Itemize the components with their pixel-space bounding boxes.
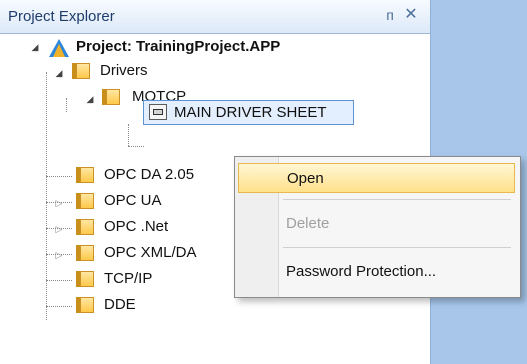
- folder-icon: [72, 63, 90, 79]
- expand-icon[interactable]: ▷: [54, 224, 64, 234]
- expand-icon[interactable]: ▷: [54, 198, 64, 208]
- opc-xmlda-label: OPC XML/DA: [104, 244, 197, 261]
- drivers-label: Drivers: [100, 62, 148, 79]
- collapse-icon[interactable]: ◢: [85, 94, 95, 104]
- tree-connector: [46, 280, 72, 281]
- main-sheet-label: MAIN DRIVER SHEET: [174, 104, 327, 121]
- menu-open-label: Open: [287, 170, 324, 187]
- panel-title: Project Explorer: [8, 8, 115, 25]
- project-icon: [49, 39, 69, 57]
- folder-icon: [76, 245, 94, 261]
- opc-da-label: OPC DA 2.05: [104, 166, 195, 183]
- menu-password-label: Password Protection...: [286, 263, 437, 280]
- pin-icon[interactable]: ᴨ: [381, 6, 399, 24]
- tree-connector: [128, 146, 144, 147]
- folder-icon: [76, 271, 94, 287]
- folder-icon: [76, 297, 94, 313]
- folder-icon: [76, 219, 94, 235]
- panel-header: Project Explorer ᴨ ✕: [0, 0, 430, 34]
- menu-item-delete[interactable]: Delete: [238, 209, 515, 239]
- menu-item-password-protection[interactable]: Password Protection...: [238, 257, 515, 287]
- tree-connector: [66, 98, 67, 112]
- tree-connector: [46, 72, 47, 320]
- folder-icon: [76, 193, 94, 209]
- tree-connector: [46, 306, 72, 307]
- dde-label: DDE: [104, 296, 136, 313]
- opc-net-label: OPC .Net: [104, 218, 169, 235]
- project-label: Project: TrainingProject.APP: [76, 38, 281, 55]
- folder-icon: [102, 89, 120, 105]
- tree-connector: [128, 124, 129, 146]
- context-menu: Open Delete Password Protection...: [234, 156, 521, 298]
- menu-separator: [283, 247, 511, 248]
- menu-item-open[interactable]: Open: [238, 163, 515, 193]
- expand-icon[interactable]: ▷: [54, 250, 64, 260]
- opc-ua-label: OPC UA: [104, 192, 162, 209]
- collapse-icon[interactable]: ◢: [54, 68, 64, 78]
- tcpip-label: TCP/IP: [104, 270, 153, 287]
- menu-separator: [283, 199, 511, 200]
- tree-connector: [46, 176, 72, 177]
- collapse-icon[interactable]: ◢: [30, 42, 40, 52]
- close-icon[interactable]: ✕: [402, 6, 420, 24]
- menu-delete-label: Delete: [286, 215, 330, 232]
- driver-sheet-icon: [149, 104, 167, 120]
- folder-icon: [76, 167, 94, 183]
